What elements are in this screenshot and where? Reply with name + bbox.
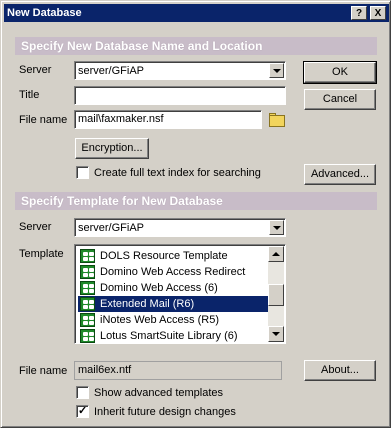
folder-icon[interactable] — [267, 111, 287, 129]
encryption-button[interactable]: Encryption... — [75, 138, 149, 159]
show-advanced-checkbox[interactable] — [76, 386, 89, 399]
chevron-down-icon[interactable] — [269, 220, 284, 235]
fulltext-checkbox[interactable] — [76, 166, 89, 179]
ok-button[interactable]: OK — [303, 61, 377, 84]
database-icon — [80, 329, 95, 343]
database-icon — [80, 313, 95, 327]
checkmark-icon: ✓ — [78, 405, 88, 417]
title-label: Title — [19, 89, 40, 101]
inherit-label: Inherit future design changes — [94, 406, 236, 418]
fulltext-label: Create full text index for searching — [94, 167, 261, 179]
scroll-thumb[interactable] — [268, 284, 284, 306]
template-server-select[interactable]: server/GFiAP — [74, 218, 286, 237]
close-button[interactable]: X — [370, 6, 386, 20]
list-item[interactable]: Domino Web Access (6) — [78, 280, 270, 296]
template-server-value: server/GFiAP — [78, 222, 145, 234]
section-new-database-header: Specify New Database Name and Location — [15, 37, 377, 55]
server-label: Server — [19, 64, 52, 76]
dialog-title: New Database — [7, 7, 82, 19]
show-advanced-label: Show advanced templates — [94, 387, 224, 399]
list-item[interactable]: iNotes Web Access (R5) — [78, 312, 270, 328]
database-icon — [80, 265, 95, 279]
list-item-selected[interactable]: Extended Mail (R6) — [78, 296, 270, 312]
template-list[interactable]: DOLS Resource Template Domino Web Access… — [74, 244, 286, 344]
template-server-label: Server — [19, 221, 52, 233]
cancel-button[interactable]: Cancel — [304, 89, 376, 110]
server-select[interactable]: server/GFiAP — [74, 61, 286, 80]
section-template-header: Specify Template for New Database — [15, 192, 377, 210]
database-icon — [80, 281, 95, 295]
help-button[interactable]: ? — [351, 6, 367, 20]
advanced-button[interactable]: Advanced... — [304, 164, 376, 185]
server-select-value: server/GFiAP — [78, 65, 145, 77]
template-list-scrollbar[interactable] — [268, 246, 284, 342]
scroll-down-icon[interactable] — [268, 326, 284, 342]
database-icon — [80, 297, 95, 311]
database-icon — [80, 249, 95, 263]
about-button[interactable]: About... — [304, 360, 376, 381]
template-filename-label: File name — [19, 365, 68, 377]
title-bar[interactable]: New Database ? X — [4, 4, 389, 22]
filename-label: File name — [19, 114, 68, 126]
scroll-up-icon[interactable] — [268, 246, 284, 262]
list-item[interactable]: DOLS Resource Template — [78, 248, 270, 264]
template-filename-field: mail6ex.ntf — [74, 361, 282, 380]
filename-input[interactable]: mail\faxmaker.nsf — [74, 110, 262, 129]
new-database-dialog: New Database ? X Specify New Database Na… — [0, 0, 391, 428]
inherit-checkbox[interactable]: ✓ — [76, 405, 89, 418]
chevron-down-icon[interactable] — [269, 63, 284, 78]
title-input[interactable] — [74, 86, 286, 105]
list-item[interactable]: Lotus SmartSuite Library (6) — [78, 328, 270, 343]
template-label: Template — [19, 248, 64, 260]
list-item[interactable]: Domino Web Access Redirect — [78, 264, 270, 280]
